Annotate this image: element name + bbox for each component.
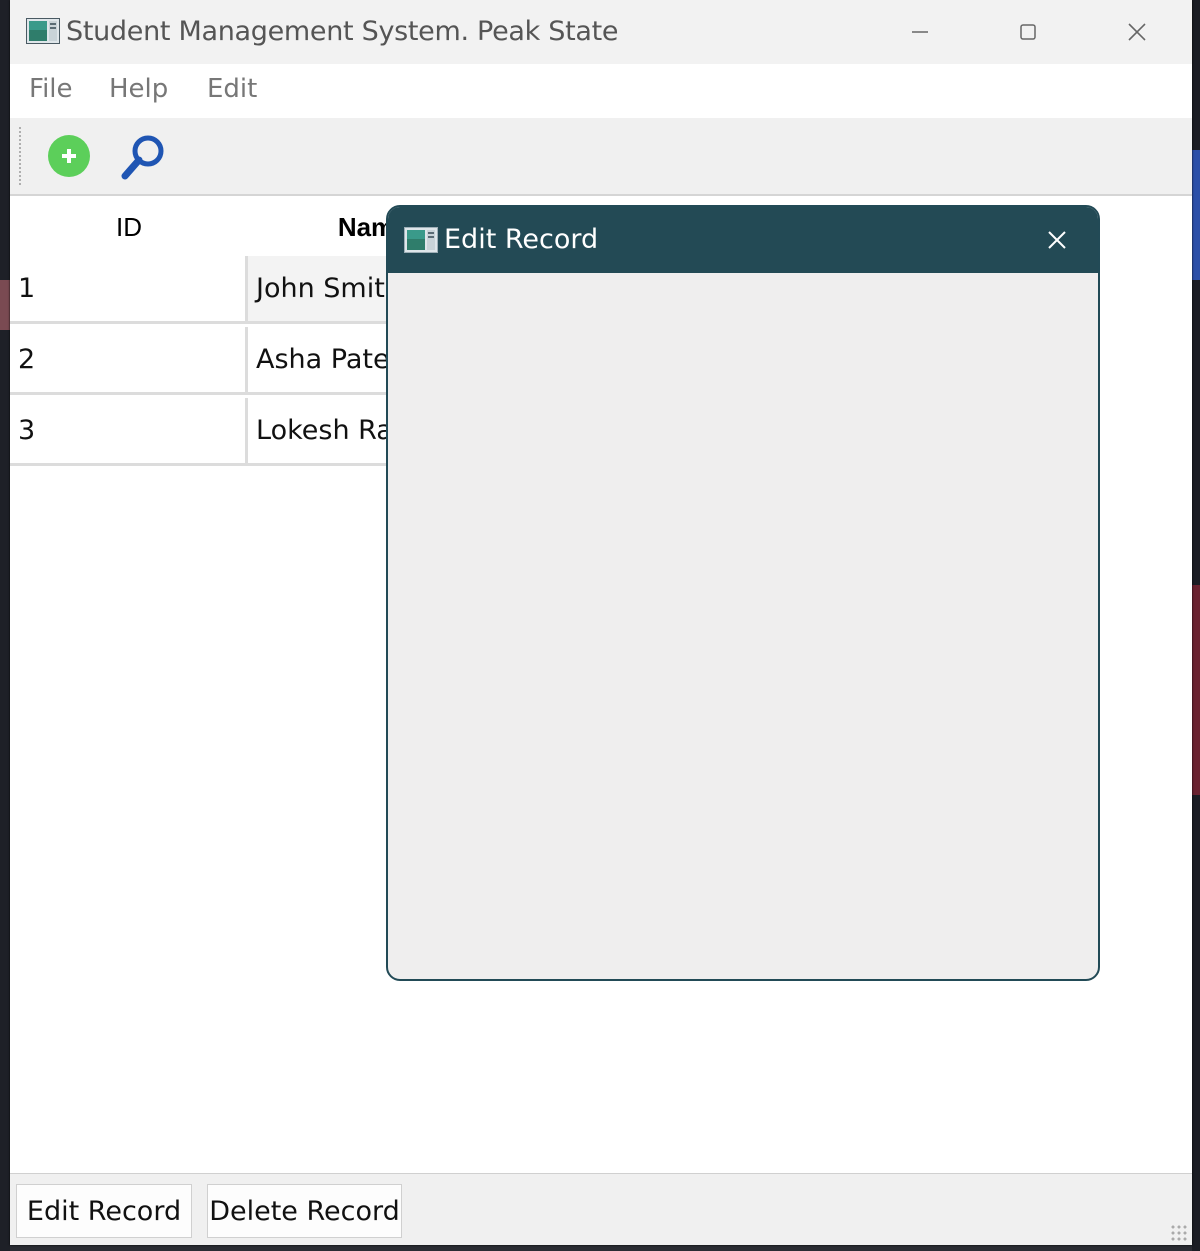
- maximize-icon: [1020, 24, 1036, 40]
- toolbar-grip-handle[interactable]: [18, 126, 22, 186]
- dialog-body: [388, 273, 1098, 979]
- menu-help[interactable]: Help: [109, 74, 168, 104]
- edit-record-dialog: Edit Record: [386, 205, 1100, 981]
- desktop-background-fragment: [0, 280, 10, 330]
- edit-record-button[interactable]: Edit Record: [16, 1184, 192, 1238]
- dialog-title: Edit Record: [444, 224, 599, 255]
- resize-grip-handle[interactable]: [1170, 1224, 1188, 1242]
- delete-record-button[interactable]: Delete Record: [207, 1184, 402, 1238]
- close-icon: [1048, 231, 1066, 249]
- close-window-button[interactable]: [1107, 14, 1167, 50]
- dialog-title-bar[interactable]: Edit Record: [388, 207, 1098, 273]
- app-icon: [404, 227, 438, 253]
- toolbar: [10, 118, 1192, 196]
- table-cell-name[interactable]: John Smith: [248, 256, 408, 324]
- desktop-background-left: [0, 0, 10, 1251]
- magnifier-icon: [121, 135, 164, 180]
- menu-bar: File Help Edit: [10, 64, 1192, 118]
- minimize-icon: [912, 31, 928, 33]
- desktop-background-fragment: [1192, 150, 1200, 280]
- title-bar[interactable]: Student Management System. Peak State: [10, 0, 1192, 64]
- app-icon: [26, 18, 60, 44]
- table-cell-id[interactable]: 3: [10, 398, 248, 466]
- table-cell-id[interactable]: 1: [10, 256, 248, 324]
- desktop-background-fragment: [1192, 585, 1200, 795]
- menu-edit[interactable]: Edit: [207, 74, 257, 104]
- bottom-button-bar: Edit Record Delete Record: [10, 1173, 1192, 1245]
- plus-circle-icon: [62, 149, 76, 163]
- table-cell-name[interactable]: Lokesh Ra: [248, 398, 408, 466]
- column-header-id[interactable]: ID: [10, 198, 249, 256]
- close-icon: [1128, 23, 1146, 41]
- table-cell-id[interactable]: 2: [10, 327, 248, 395]
- maximize-button[interactable]: [998, 14, 1058, 50]
- menu-file[interactable]: File: [29, 74, 73, 104]
- add-student-button[interactable]: [48, 135, 90, 177]
- dialog-close-button[interactable]: [1040, 223, 1074, 257]
- window-title: Student Management System. Peak State: [66, 16, 619, 47]
- minimize-button[interactable]: [890, 14, 950, 50]
- search-button[interactable]: [118, 132, 168, 182]
- table-cell-name[interactable]: Asha Patel: [248, 327, 408, 395]
